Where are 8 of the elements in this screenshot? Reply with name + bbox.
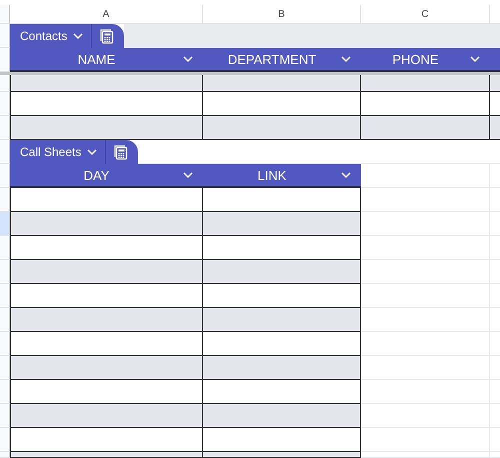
- column-name: PHONE: [391, 52, 440, 66]
- column-name: LINK: [256, 168, 288, 182]
- column-name: NAME: [76, 52, 116, 66]
- column-name: DEPARTMENT: [226, 52, 318, 66]
- column-name: DAY: [82, 168, 110, 182]
- column-letter[interactable]: B: [203, 5, 361, 24]
- column-letter[interactable]: A: [10, 5, 203, 24]
- column-letter[interactable]: C: [361, 5, 490, 24]
